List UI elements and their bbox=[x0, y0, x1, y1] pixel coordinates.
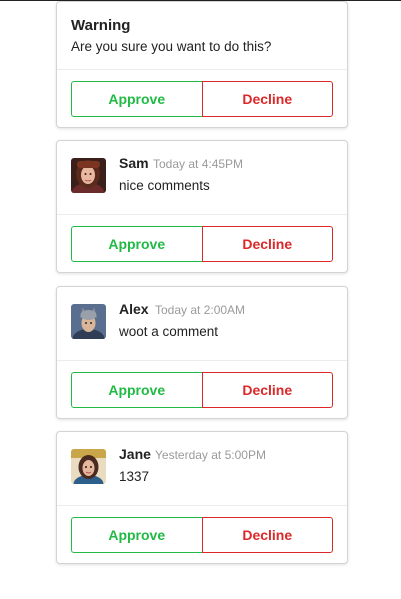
comment-content: Jane Yesterday at 5:00PM 1337 bbox=[57, 432, 347, 506]
comment-actions: Approve Decline bbox=[57, 215, 347, 272]
approve-button[interactable]: Approve bbox=[71, 81, 203, 117]
avatar-jane-icon bbox=[71, 449, 106, 484]
comment-text: nice comments bbox=[119, 178, 210, 193]
comment-actions: Approve Decline bbox=[57, 506, 347, 563]
approve-decline-group: Approve Decline bbox=[71, 81, 333, 117]
avatar-alex-icon bbox=[71, 304, 106, 339]
comment-card: Sam Today at 4:45PM nice comments Approv… bbox=[56, 140, 348, 273]
approve-decline-group: Approve Decline bbox=[71, 517, 333, 553]
warning-content: Warning Are you sure you want to do this… bbox=[57, 2, 347, 70]
comment-author[interactable]: Alex bbox=[119, 301, 149, 317]
approve-decline-group: Approve Decline bbox=[71, 372, 333, 408]
comment-timestamp: Today at 4:45PM bbox=[153, 157, 244, 171]
comment-author[interactable]: Sam bbox=[119, 155, 149, 171]
comment-content: Sam Today at 4:45PM nice comments bbox=[57, 141, 347, 215]
decline-button[interactable]: Decline bbox=[201, 372, 333, 408]
comment-actions: Approve Decline bbox=[57, 361, 347, 418]
approve-decline-group: Approve Decline bbox=[71, 226, 333, 262]
warning-title: Warning bbox=[71, 17, 131, 34]
comment-text: woot a comment bbox=[119, 324, 219, 339]
comment-card: Jane Yesterday at 5:00PM 1337 Approve De… bbox=[56, 431, 348, 564]
warning-actions: Approve Decline bbox=[57, 70, 347, 127]
comment-author[interactable]: Jane bbox=[119, 446, 151, 462]
decline-button[interactable]: Decline bbox=[201, 517, 333, 553]
comment-timestamp: Yesterday at 5:00PM bbox=[155, 448, 266, 462]
comment-text: 1337 bbox=[119, 469, 150, 484]
warning-description: Are you sure you want to do this? bbox=[71, 39, 272, 54]
comment-timestamp: Today at 2:00AM bbox=[155, 303, 246, 317]
decline-button[interactable]: Decline bbox=[201, 81, 333, 117]
comment-content: Alex Today at 2:00AM woot a comment bbox=[57, 287, 347, 361]
comment-card: Alex Today at 2:00AM woot a comment Appr… bbox=[56, 286, 348, 419]
approve-button[interactable]: Approve bbox=[71, 517, 203, 553]
avatar-sam-icon bbox=[71, 158, 106, 193]
decline-button[interactable]: Decline bbox=[201, 226, 333, 262]
approve-button[interactable]: Approve bbox=[71, 372, 203, 408]
approve-button[interactable]: Approve bbox=[71, 226, 203, 262]
warning-card: Warning Are you sure you want to do this… bbox=[56, 1, 348, 128]
